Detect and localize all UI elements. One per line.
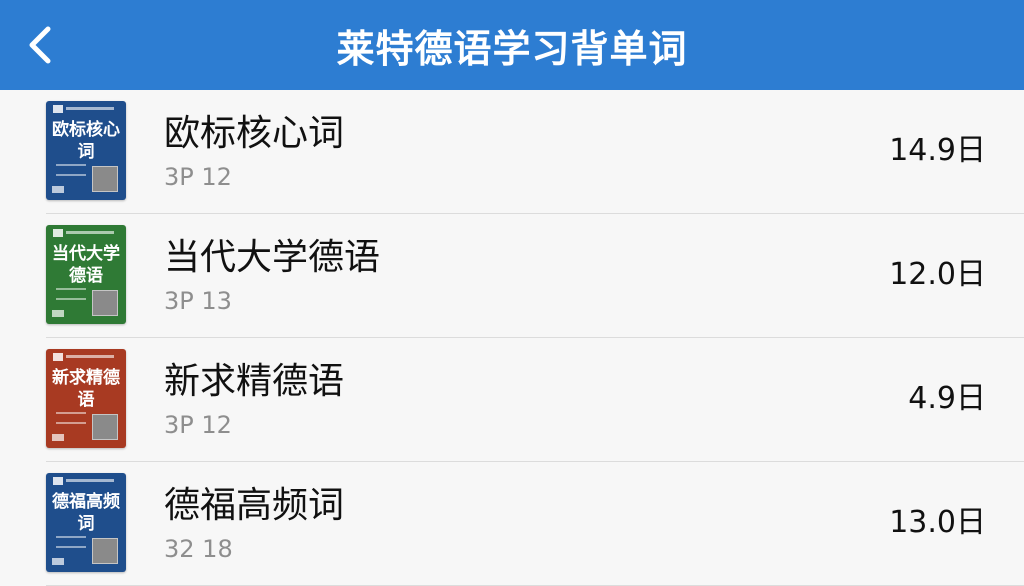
publisher-logo-icon [53, 353, 63, 361]
book-value: 4.9日 [908, 381, 986, 416]
book-title: 欧标核心词 [164, 113, 345, 154]
book-value: 13.0日 [889, 505, 986, 540]
book-row-1[interactable]: 欧标核心词 欧标核心词 3P 12 14.9日 [0, 90, 1024, 214]
cover-tag-icon [52, 186, 64, 193]
cover-photo-icon [92, 538, 118, 564]
publisher-logo-icon [53, 105, 63, 113]
book-subtitle: 3P 12 [164, 411, 232, 439]
book-subtitle: 32 18 [164, 535, 233, 563]
cover-title: 当代大学德语 [52, 244, 120, 286]
cover-tag-icon [52, 310, 64, 317]
cover-publisher-line [66, 107, 114, 110]
cover-tag-icon [52, 558, 64, 565]
nav-bar: 莱特德语学习背单词 [0, 0, 1024, 90]
cover-decoration [56, 412, 86, 424]
chevron-left-icon [29, 26, 51, 64]
cover-decoration [56, 536, 86, 548]
book-cover: 新求精德语 [46, 349, 126, 448]
cover-tag-icon [52, 434, 64, 441]
publisher-logo-icon [53, 229, 63, 237]
cover-publisher-line [66, 479, 114, 482]
book-subtitle: 3P 13 [164, 287, 232, 315]
book-cover: 德福高频词 [46, 473, 126, 572]
book-cover: 当代大学德语 [46, 225, 126, 324]
book-row-2[interactable]: 当代大学德语 当代大学德语 3P 13 12.0日 [0, 214, 1024, 338]
book-row-4[interactable]: 德福高频词 德福高频词 32 18 13.0日 [0, 462, 1024, 586]
cover-photo-icon [92, 414, 118, 440]
cover-photo-icon [92, 290, 118, 316]
book-value: 12.0日 [889, 257, 986, 292]
cover-title: 欧标核心词 [52, 120, 120, 162]
book-title: 德福高频词 [164, 485, 345, 526]
cover-decoration [56, 288, 86, 300]
page-title: 莱特德语学习背单词 [336, 26, 688, 71]
publisher-logo-icon [53, 477, 63, 485]
book-value: 14.9日 [889, 133, 986, 168]
book-cover: 欧标核心词 [46, 101, 126, 200]
book-subtitle: 3P 12 [164, 163, 232, 191]
book-list: 欧标核心词 欧标核心词 3P 12 14.9日 当代大学德语 当代大学德语 3P… [0, 90, 1024, 586]
cover-publisher-line [66, 231, 114, 234]
book-title: 新求精德语 [164, 361, 345, 402]
book-row-3[interactable]: 新求精德语 新求精德语 3P 12 4.9日 [0, 338, 1024, 462]
cover-title: 德福高频词 [52, 492, 120, 534]
back-button[interactable] [14, 18, 68, 72]
cover-title: 新求精德语 [52, 368, 120, 410]
book-title: 当代大学德语 [164, 237, 381, 278]
cover-publisher-line [66, 355, 114, 358]
cover-decoration [56, 164, 86, 176]
cover-photo-icon [92, 166, 118, 192]
